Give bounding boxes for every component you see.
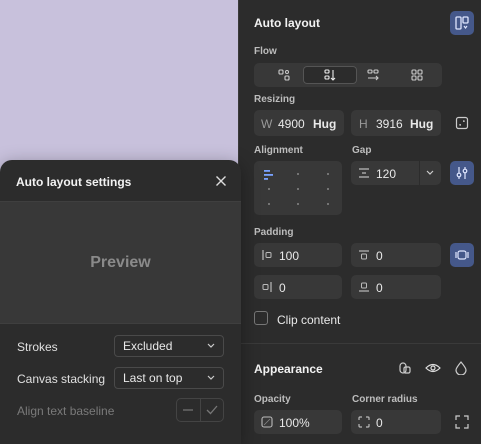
- expand-corners-icon: [455, 415, 469, 429]
- flow-segmented-control: [254, 63, 442, 87]
- popover-title: Auto layout settings: [16, 175, 132, 189]
- preview-text: Preview: [90, 253, 151, 271]
- padding-bottom-value: 0: [376, 281, 383, 295]
- auto-layout-toggle-button[interactable]: [450, 11, 474, 35]
- gap-field[interactable]: 120: [351, 161, 441, 185]
- opacity-field[interactable]: 100%: [254, 410, 342, 434]
- resize-to-fit-button[interactable]: [450, 111, 474, 135]
- flow-grid-button[interactable]: [390, 66, 444, 84]
- auto-layout-settings-popover: Auto layout settings Preview Strokes Exc…: [0, 160, 241, 444]
- grid-icon: [411, 69, 423, 81]
- width-field[interactable]: W 4900 Hug: [254, 110, 344, 136]
- chevron-down-icon: [207, 375, 215, 380]
- padding-right-value: 0: [279, 281, 286, 295]
- opacity-icon: [261, 416, 273, 428]
- resizing-label: Resizing: [254, 94, 296, 105]
- strokes-select[interactable]: Excluded: [114, 335, 224, 357]
- eye-icon: [425, 363, 441, 373]
- alignment-dots: [268, 173, 329, 205]
- height-mode: Hug: [410, 117, 434, 131]
- gap-label: Gap: [352, 145, 372, 156]
- resize-icon: [455, 116, 469, 130]
- alignment-label: Alignment: [254, 145, 303, 156]
- dash-icon: [183, 409, 194, 411]
- auto-layout-title: Auto layout: [254, 16, 320, 30]
- corner-radius-icon: [358, 416, 370, 428]
- padding-bottom-icon: [359, 282, 369, 292]
- variable-mode-button[interactable]: [393, 356, 417, 380]
- padding-right-icon: [262, 282, 272, 292]
- freeform-icon: [278, 69, 290, 81]
- sliders-icon: [456, 167, 468, 179]
- appearance-title: Appearance: [254, 362, 323, 376]
- opacity-value: 100%: [279, 416, 310, 430]
- strokes-label: Strokes: [17, 340, 58, 354]
- padding-top-icon: [359, 250, 369, 260]
- padding-top-field[interactable]: 0: [351, 243, 441, 267]
- clip-content-label: Clip content: [277, 313, 341, 327]
- vertical-flow-icon: [324, 69, 336, 81]
- padding-left-value: 100: [279, 249, 300, 263]
- clip-content-checkbox[interactable]: [254, 311, 268, 325]
- height-prefix: H: [359, 117, 368, 131]
- gap-value: 120: [376, 167, 397, 181]
- padding-right-field[interactable]: 0: [254, 275, 342, 299]
- padding-left-field[interactable]: 100: [254, 243, 342, 267]
- chevron-down-icon: [207, 343, 215, 348]
- independent-corners-button[interactable]: [450, 410, 474, 434]
- close-icon: [216, 176, 226, 186]
- horizontal-flow-icon: [367, 69, 379, 81]
- variable-icon: [399, 362, 411, 374]
- width-prefix: W: [261, 117, 273, 131]
- corner-radius-label: Corner radius: [352, 394, 418, 405]
- flow-label: Flow: [254, 46, 277, 57]
- canvas-stacking-select[interactable]: Last on top: [114, 367, 224, 389]
- width-value: 4900: [278, 117, 305, 131]
- height-value: 3916: [376, 117, 403, 131]
- blend-mode-button[interactable]: [449, 356, 473, 380]
- canvas-stacking-value: Last on top: [123, 371, 183, 385]
- padding-label: Padding: [254, 227, 294, 238]
- padding-left-icon: [262, 250, 272, 260]
- baseline-off-option[interactable]: [177, 399, 201, 421]
- independent-padding-button[interactable]: [450, 243, 474, 267]
- padding-top-value: 0: [376, 249, 383, 263]
- design-panel: Auto layout Flow Resizing W 4900 Hug H 3…: [238, 0, 481, 444]
- advanced-layout-settings-button[interactable]: [450, 161, 474, 185]
- chevron-down-icon: [426, 170, 434, 175]
- close-button[interactable]: [209, 169, 233, 193]
- visibility-button[interactable]: [421, 356, 445, 380]
- corner-radius-value: 0: [376, 416, 383, 430]
- align-baseline-label: Align text baseline: [17, 404, 115, 418]
- check-icon: [206, 405, 218, 415]
- align-baseline-toggle[interactable]: [176, 398, 224, 422]
- canvas-stacking-label: Canvas stacking: [17, 372, 106, 386]
- alignment-grid[interactable]: [254, 161, 342, 215]
- height-field[interactable]: H 3916 Hug: [351, 110, 441, 136]
- width-mode: Hug: [313, 117, 337, 131]
- padding-icon: [455, 250, 469, 260]
- corner-radius-field[interactable]: 0: [351, 410, 441, 434]
- gap-icon: [359, 168, 369, 178]
- section-divider: [239, 343, 481, 344]
- layout-icon: [455, 16, 469, 30]
- strokes-value: Excluded: [123, 339, 173, 353]
- baseline-on-option[interactable]: [201, 399, 224, 421]
- padding-bottom-field[interactable]: 0: [351, 275, 441, 299]
- droplet-icon: [455, 361, 467, 375]
- preview-area: Preview: [0, 201, 241, 324]
- opacity-label: Opacity: [254, 394, 291, 405]
